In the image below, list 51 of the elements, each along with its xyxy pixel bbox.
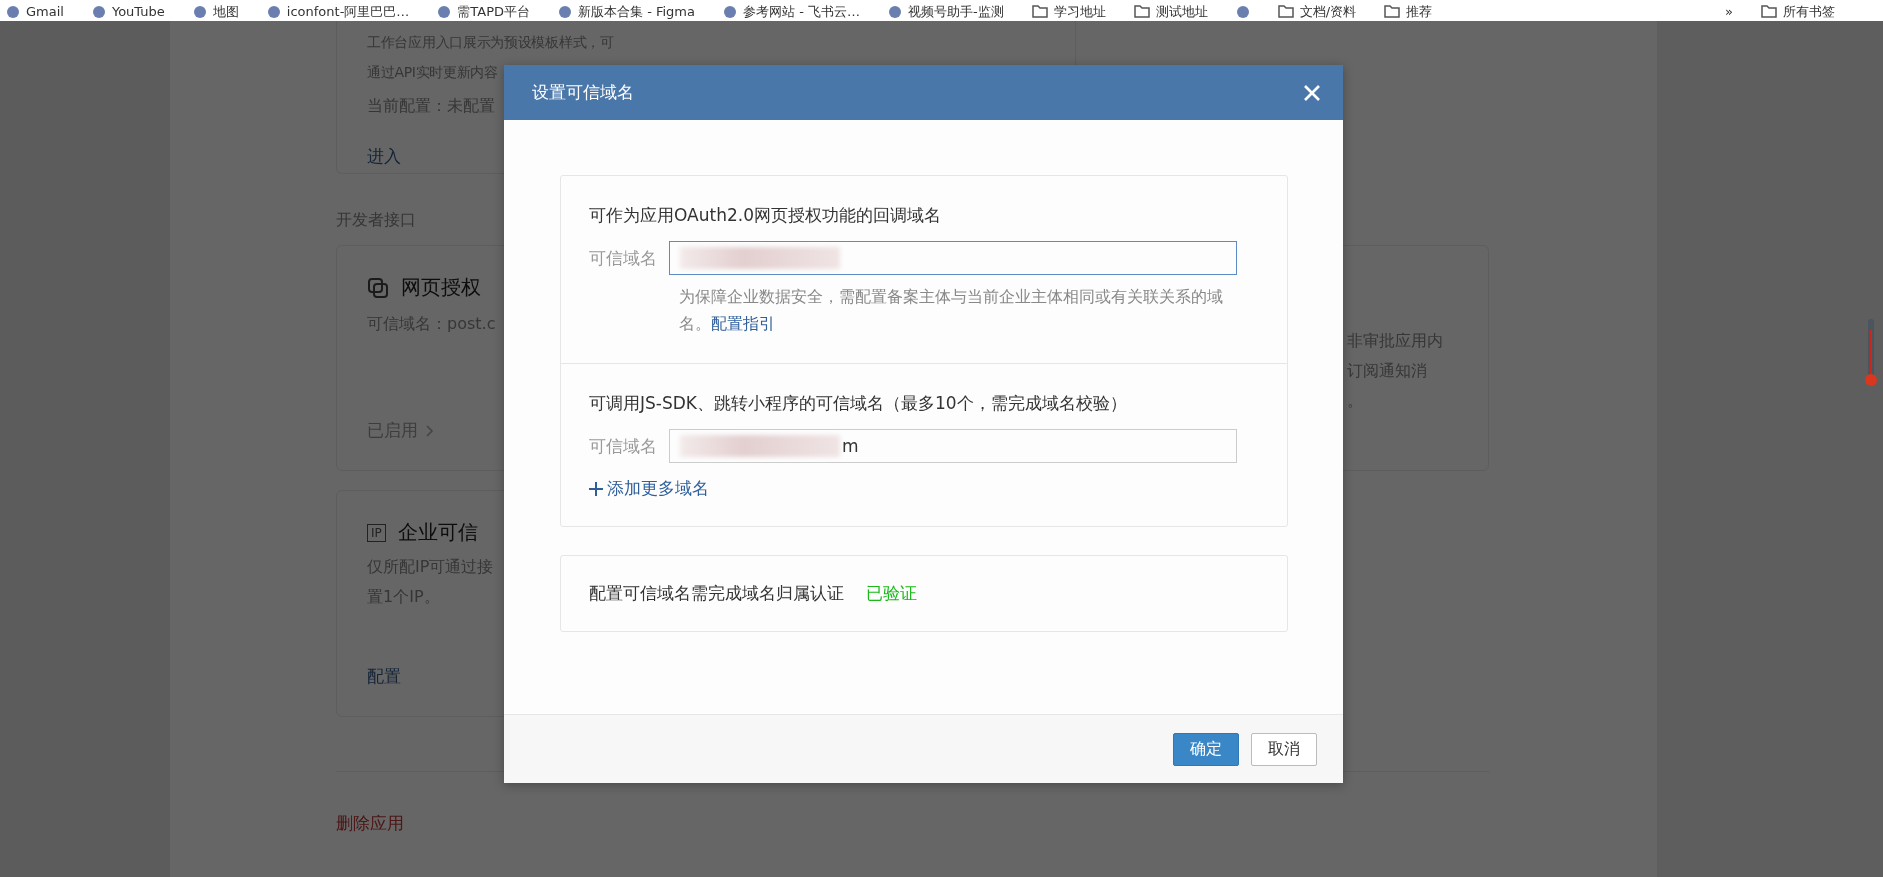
verified-status: 已验证: [866, 582, 917, 605]
bookmark[interactable]: 视频号助手-监测: [887, 4, 1004, 19]
ip-icon: IP: [367, 523, 386, 542]
folder-icon: [1031, 5, 1048, 18]
confirm-button[interactable]: 确定: [1173, 732, 1239, 766]
field-label: 可信域名: [589, 246, 657, 270]
section-heading: 可调用JS-SDK、跳转小程序的可信域名（最多10个，需完成域名校验）: [589, 392, 1128, 415]
hint-text: 为保障企业数据安全，需配置备案主体与当前企业主体相同或有关联关系的域名。配置指引: [679, 286, 1224, 335]
bookmark[interactable]: 参考网站 - 飞书云…: [723, 4, 860, 19]
bookmark[interactable]: Gmail: [6, 4, 64, 19]
bookmark[interactable]: 推荐: [1384, 4, 1433, 19]
bookmark[interactable]: iconfont-阿里巴巴…: [266, 4, 410, 19]
all-bookmarks[interactable]: 所有书签: [1761, 4, 1835, 19]
section-heading: 可作为应用OAuth2.0网页授权功能的回调域名: [589, 204, 942, 227]
gauge-icon: [1864, 318, 1878, 388]
folder-icon: [1761, 5, 1777, 18]
bookmark[interactable]: 需TAPD平台: [437, 4, 530, 19]
site-icon: [91, 4, 106, 19]
add-domain-link[interactable]: 添加更多域名: [589, 477, 709, 500]
site-icon: [6, 4, 20, 19]
dialog-title: 设置可信域名: [532, 81, 634, 104]
cancel-button[interactable]: 取消: [1251, 732, 1317, 766]
site-icon: [887, 4, 902, 19]
bookmark[interactable]: 学习地址: [1031, 4, 1106, 19]
card-title: 企业可信: [397, 519, 478, 546]
bookmark[interactable]: YouTube: [91, 4, 165, 19]
site-icon: [558, 4, 572, 19]
bookmark[interactable]: 新版本合集 - Figma: [558, 4, 695, 19]
bookmark[interactable]: 地图: [192, 4, 239, 19]
bookmark[interactable]: 测试地址: [1133, 4, 1208, 19]
folder-icon: [1277, 5, 1294, 18]
site-icon: [192, 4, 207, 19]
site-icon: [723, 4, 737, 19]
card-description: 。: [1347, 390, 1363, 412]
folder-icon: [1384, 5, 1401, 18]
domain-input[interactable]: [669, 241, 1237, 275]
site-icon: [1235, 5, 1250, 19]
card-title: 网页授权: [401, 274, 481, 301]
bookmark[interactable]: 文档/资料: [1277, 4, 1357, 19]
plus-icon: [589, 481, 603, 496]
site-icon: [437, 4, 452, 19]
field-label: 可信域名: [589, 434, 657, 458]
close-button[interactable]: [1303, 83, 1321, 102]
site-icon: [266, 4, 281, 19]
chevron-right-icon: [426, 424, 434, 437]
domain-input[interactable]: m: [669, 429, 1237, 463]
copy-icon: [367, 276, 389, 299]
verify-text: 配置可信域名需完成域名归属认证: [589, 582, 844, 605]
more-bookmarks[interactable]: »: [1725, 4, 1733, 19]
guide-link[interactable]: 配置指引: [711, 314, 775, 333]
folder-icon: [1133, 5, 1150, 18]
